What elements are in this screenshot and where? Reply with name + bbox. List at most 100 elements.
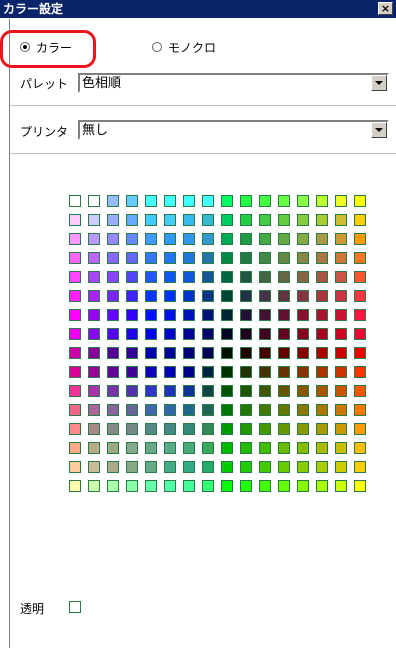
color-swatch[interactable] xyxy=(107,480,119,492)
close-button[interactable]: × xyxy=(378,2,393,15)
color-swatch[interactable] xyxy=(88,366,100,378)
color-swatch[interactable] xyxy=(221,290,233,302)
color-swatch[interactable] xyxy=(354,404,366,416)
radio-mono-indicator[interactable] xyxy=(152,42,162,52)
color-swatch[interactable] xyxy=(221,461,233,473)
color-swatch[interactable] xyxy=(88,404,100,416)
color-swatch[interactable] xyxy=(335,347,347,359)
color-swatch[interactable] xyxy=(240,423,252,435)
color-swatch[interactable] xyxy=(316,290,328,302)
color-swatch[interactable] xyxy=(278,423,290,435)
color-swatch[interactable] xyxy=(278,385,290,397)
color-swatch[interactable] xyxy=(183,423,195,435)
color-swatch[interactable] xyxy=(88,309,100,321)
color-swatch[interactable] xyxy=(145,214,157,226)
color-swatch[interactable] xyxy=(164,347,176,359)
color-swatch[interactable] xyxy=(240,233,252,245)
color-swatch[interactable] xyxy=(316,233,328,245)
color-swatch[interactable] xyxy=(202,195,214,207)
color-swatch[interactable] xyxy=(69,309,81,321)
color-swatch[interactable] xyxy=(240,461,252,473)
color-swatch[interactable] xyxy=(297,252,309,264)
color-swatch[interactable] xyxy=(316,442,328,454)
color-swatch[interactable] xyxy=(164,461,176,473)
color-swatch[interactable] xyxy=(335,290,347,302)
color-swatch[interactable] xyxy=(240,252,252,264)
color-swatch[interactable] xyxy=(126,347,138,359)
color-swatch[interactable] xyxy=(259,290,271,302)
color-swatch[interactable] xyxy=(240,404,252,416)
transparent-swatch[interactable] xyxy=(69,601,81,613)
color-swatch[interactable] xyxy=(69,290,81,302)
color-swatch[interactable] xyxy=(335,423,347,435)
color-swatch[interactable] xyxy=(164,404,176,416)
color-swatch[interactable] xyxy=(145,480,157,492)
color-swatch[interactable] xyxy=(126,328,138,340)
color-swatch[interactable] xyxy=(278,442,290,454)
color-swatch[interactable] xyxy=(183,271,195,283)
color-swatch[interactable] xyxy=(335,442,347,454)
color-swatch[interactable] xyxy=(183,252,195,264)
color-swatch[interactable] xyxy=(297,480,309,492)
color-swatch[interactable] xyxy=(278,233,290,245)
color-swatch[interactable] xyxy=(145,385,157,397)
color-swatch[interactable] xyxy=(88,480,100,492)
color-swatch[interactable] xyxy=(69,423,81,435)
color-swatch[interactable] xyxy=(354,328,366,340)
color-swatch[interactable] xyxy=(107,461,119,473)
color-swatch[interactable] xyxy=(126,404,138,416)
color-swatch[interactable] xyxy=(316,328,328,340)
color-swatch[interactable] xyxy=(202,233,214,245)
color-swatch[interactable] xyxy=(145,461,157,473)
color-swatch[interactable] xyxy=(278,290,290,302)
color-swatch[interactable] xyxy=(88,252,100,264)
color-swatch[interactable] xyxy=(240,309,252,321)
color-swatch[interactable] xyxy=(69,347,81,359)
color-swatch[interactable] xyxy=(126,442,138,454)
color-swatch[interactable] xyxy=(240,385,252,397)
color-swatch[interactable] xyxy=(126,385,138,397)
color-swatch[interactable] xyxy=(145,404,157,416)
color-swatch[interactable] xyxy=(88,233,100,245)
color-swatch[interactable] xyxy=(202,423,214,435)
color-swatch[interactable] xyxy=(69,385,81,397)
color-swatch[interactable] xyxy=(69,328,81,340)
color-swatch[interactable] xyxy=(335,252,347,264)
color-swatch[interactable] xyxy=(183,290,195,302)
color-swatch[interactable] xyxy=(240,195,252,207)
radio-mono[interactable]: モノクロ xyxy=(152,38,216,56)
color-swatch[interactable] xyxy=(354,233,366,245)
color-swatch[interactable] xyxy=(126,366,138,378)
color-swatch[interactable] xyxy=(88,347,100,359)
color-swatch[interactable] xyxy=(221,195,233,207)
color-swatch[interactable] xyxy=(297,461,309,473)
color-swatch[interactable] xyxy=(354,461,366,473)
color-swatch[interactable] xyxy=(164,385,176,397)
color-swatch[interactable] xyxy=(202,461,214,473)
color-swatch[interactable] xyxy=(240,328,252,340)
color-swatch[interactable] xyxy=(107,423,119,435)
color-swatch[interactable] xyxy=(297,290,309,302)
color-swatch[interactable] xyxy=(221,328,233,340)
color-swatch[interactable] xyxy=(335,309,347,321)
color-swatch[interactable] xyxy=(278,461,290,473)
color-swatch[interactable] xyxy=(145,252,157,264)
color-swatch[interactable] xyxy=(354,366,366,378)
color-swatch[interactable] xyxy=(107,442,119,454)
color-swatch[interactable] xyxy=(240,271,252,283)
color-swatch[interactable] xyxy=(202,328,214,340)
color-swatch[interactable] xyxy=(88,423,100,435)
color-swatch[interactable] xyxy=(107,290,119,302)
color-swatch[interactable] xyxy=(316,423,328,435)
color-swatch[interactable] xyxy=(259,385,271,397)
color-swatch[interactable] xyxy=(126,233,138,245)
color-swatch[interactable] xyxy=(259,461,271,473)
color-swatch[interactable] xyxy=(221,423,233,435)
color-swatch[interactable] xyxy=(202,480,214,492)
color-swatch[interactable] xyxy=(126,480,138,492)
color-swatch[interactable] xyxy=(183,214,195,226)
color-swatch[interactable] xyxy=(202,290,214,302)
color-swatch[interactable] xyxy=(126,309,138,321)
color-swatch[interactable] xyxy=(335,271,347,283)
color-swatch[interactable] xyxy=(88,328,100,340)
